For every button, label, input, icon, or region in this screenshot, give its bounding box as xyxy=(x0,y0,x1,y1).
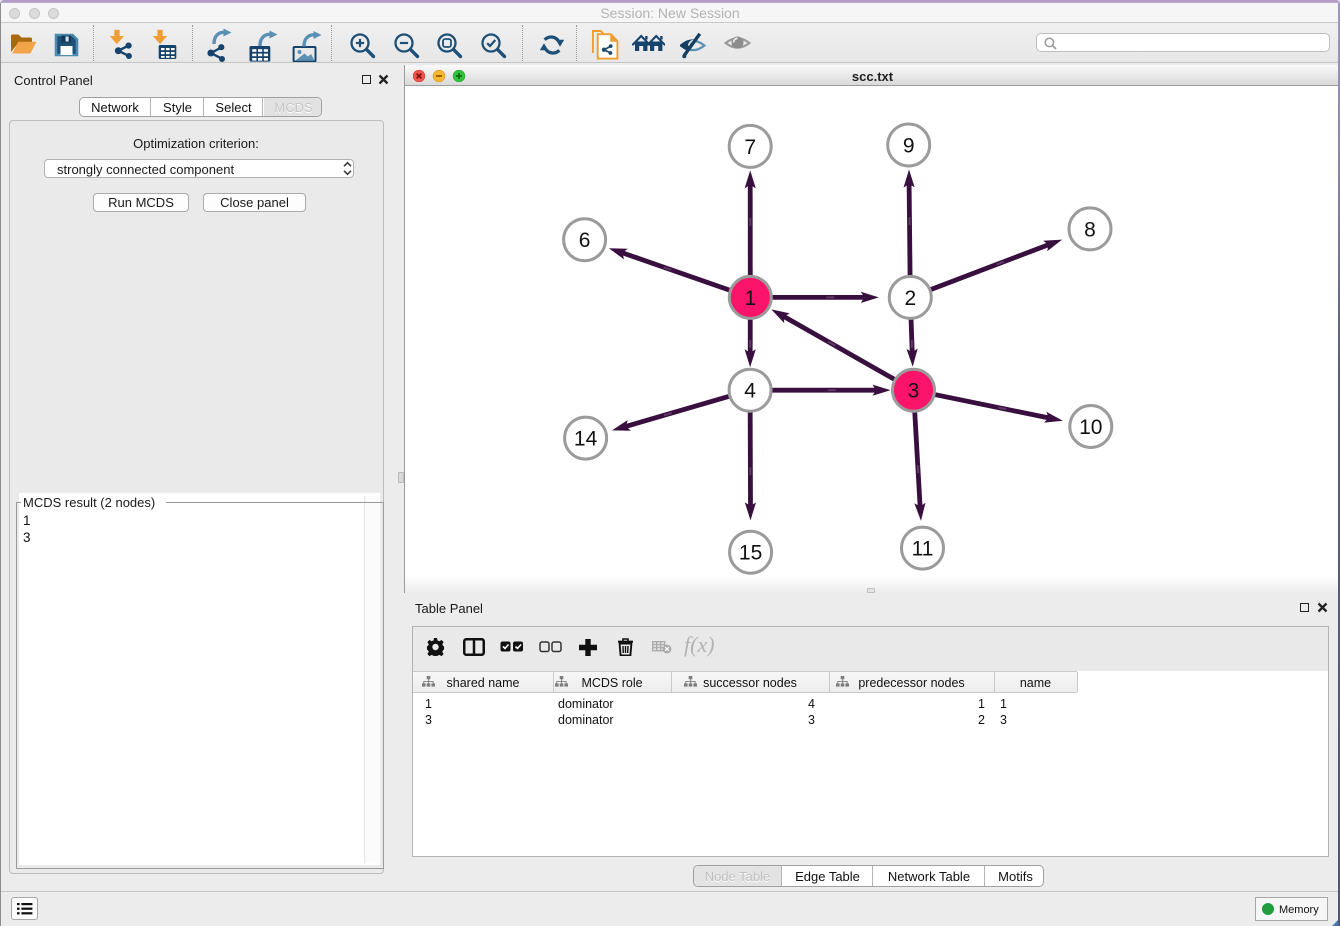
svg-text:6: 6 xyxy=(579,229,591,252)
svg-text:10: 10 xyxy=(1079,416,1102,439)
svg-text:14: 14 xyxy=(574,428,598,451)
svg-text:8: 8 xyxy=(1084,218,1096,241)
svg-text:7: 7 xyxy=(744,136,756,159)
svg-text:3: 3 xyxy=(908,380,920,403)
svg-text:1: 1 xyxy=(744,287,756,310)
svg-text:15: 15 xyxy=(739,542,762,565)
svg-text:2: 2 xyxy=(904,287,916,310)
svg-text:9: 9 xyxy=(903,135,915,158)
svg-text:4: 4 xyxy=(744,380,756,403)
svg-text:11: 11 xyxy=(912,538,934,561)
